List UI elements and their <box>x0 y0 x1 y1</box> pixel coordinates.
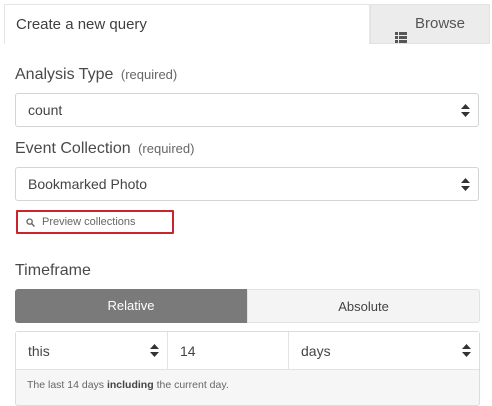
tab-browse-label: Browse <box>414 15 466 32</box>
event-collection-required: (required) <box>138 141 195 156</box>
tab-create-query-label: Create a new query <box>16 16 147 33</box>
timeframe-note-suffix: the current day. <box>156 379 229 391</box>
event-collection-heading: Event Collection (required) <box>15 140 194 158</box>
preview-collections-button[interactable]: Preview collections <box>16 210 174 234</box>
timeframe-note-prefix: The last 14 days <box>27 379 105 391</box>
relative-select[interactable]: this <box>16 332 168 370</box>
timeframe-relative-label: Relative <box>107 298 155 313</box>
analysis-type-required: (required) <box>120 67 178 82</box>
analysis-type-heading: Analysis Type (required) <box>15 66 177 84</box>
event-collection-select[interactable]: Bookmarked Photo <box>15 167 479 201</box>
tab-create-query[interactable]: Create a new query <box>4 4 370 44</box>
timeframe-absolute-label: Absolute <box>338 299 389 314</box>
list-icon <box>394 19 407 43</box>
analysis-type-select[interactable]: count <box>15 93 479 127</box>
timeframe-relative-toggle[interactable]: Relative <box>15 289 247 323</box>
select-arrows-icon <box>462 344 471 357</box>
preview-collections-label: Preview collections <box>42 216 136 228</box>
timeframe-description: The last 14 days including the current d… <box>27 379 229 391</box>
timeframe-note-bold: including <box>106 379 154 391</box>
relative-select-value: this <box>28 343 50 359</box>
amount-input[interactable]: 14 <box>168 332 289 370</box>
select-arrows-icon <box>461 178 470 191</box>
analysis-type-label: Analysis Type <box>15 66 114 83</box>
unit-select-value: days <box>301 343 331 359</box>
event-collection-label: Event Collection <box>15 140 131 157</box>
unit-select[interactable]: days <box>289 332 479 370</box>
timeframe-label: Timeframe <box>15 262 91 279</box>
relative-timeframe-group: this 14 days The last 14 days including … <box>15 331 480 406</box>
analysis-type-value: count <box>28 102 63 118</box>
select-arrows-icon <box>461 104 470 117</box>
timeframe-absolute-toggle[interactable]: Absolute <box>247 289 480 323</box>
search-icon <box>26 218 35 227</box>
timeframe-heading: Timeframe <box>15 262 91 280</box>
event-collection-value: Bookmarked Photo <box>28 176 148 192</box>
amount-input-value: 14 <box>180 343 196 359</box>
select-arrows-icon <box>150 344 159 357</box>
query-builder-panel: Create a new query Browse Analysis Type … <box>0 0 492 406</box>
tab-browse[interactable]: Browse <box>370 4 490 44</box>
relative-timeframe-row: this 14 days <box>16 332 479 370</box>
